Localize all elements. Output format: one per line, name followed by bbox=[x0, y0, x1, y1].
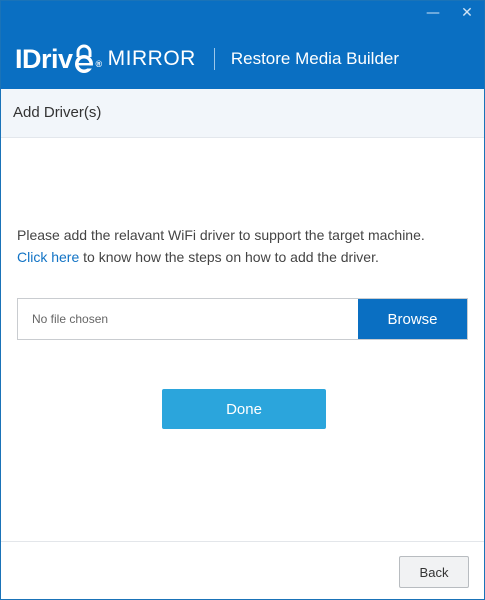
section-title: Add Driver(s) bbox=[13, 104, 102, 121]
registered-mark: ® bbox=[95, 58, 103, 69]
title-bar: — ✕ IDriv ® MIRROR Restore Media Builder bbox=[1, 1, 484, 89]
instruction-text: Please add the relavant WiFi driver to s… bbox=[17, 224, 472, 268]
product-name: MIRROR bbox=[107, 47, 196, 70]
window-controls: — ✕ bbox=[426, 6, 474, 20]
back-button[interactable]: Back bbox=[399, 556, 469, 588]
logo-lock-e bbox=[73, 44, 95, 75]
file-picker: No file chosen Browse bbox=[17, 298, 468, 340]
app-title: Restore Media Builder bbox=[230, 49, 400, 68]
idrive-logo: IDriv ® bbox=[15, 44, 102, 75]
description-line: Please add the relavant WiFi driver to s… bbox=[17, 227, 425, 243]
lock-icon bbox=[74, 44, 93, 73]
browse-button[interactable]: Browse bbox=[358, 299, 467, 339]
done-button[interactable]: Done bbox=[162, 389, 326, 429]
logo-text: IDriv bbox=[15, 43, 73, 74]
app-window: — ✕ IDriv ® MIRROR Restore Media Builder… bbox=[0, 0, 485, 600]
file-path-field[interactable]: No file chosen bbox=[18, 299, 358, 339]
help-link[interactable]: Click here bbox=[17, 249, 79, 265]
section-header: Add Driver(s) bbox=[1, 89, 484, 138]
link-suffix-text: to know how the steps on how to add the … bbox=[79, 249, 379, 265]
brand: IDriv ® MIRROR Restore Media Builder bbox=[15, 39, 399, 79]
title-divider bbox=[213, 48, 215, 70]
footer-divider bbox=[1, 541, 484, 542]
close-button[interactable]: ✕ bbox=[460, 6, 474, 20]
minimize-button[interactable]: — bbox=[426, 6, 440, 20]
